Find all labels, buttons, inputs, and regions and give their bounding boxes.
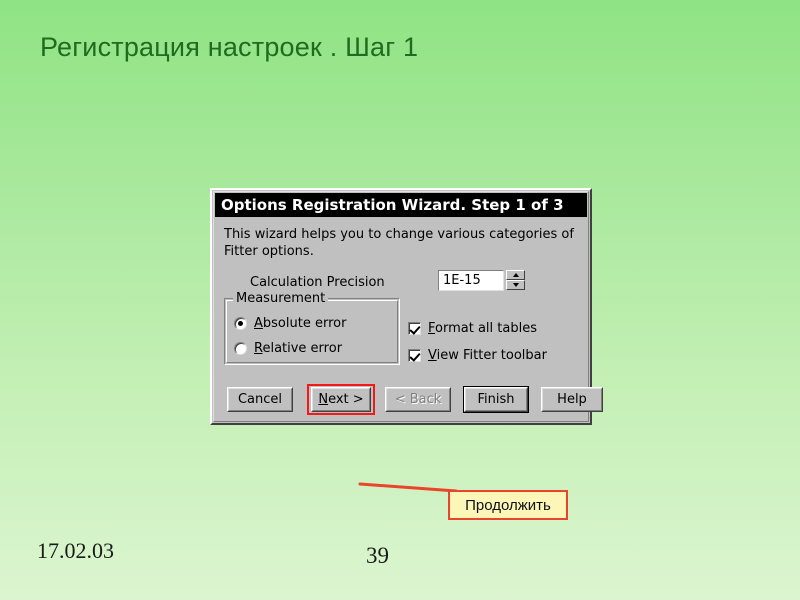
help-button[interactable]: Help — [541, 387, 603, 412]
radio-relative-error-label: Relative error — [254, 341, 342, 356]
checkbox-view-fitter-toolbar[interactable]: View Fitter toolbar — [408, 348, 547, 363]
calculation-precision-control: 1E-15 — [438, 270, 527, 291]
checkbox-format-all-tables-label: Format all tables — [428, 321, 537, 336]
radio-absolute-error-indicator — [234, 317, 247, 330]
measurement-group-box: Measurement Absolute error Relative erro… — [224, 291, 400, 365]
radio-absolute-error[interactable]: Absolute error — [234, 316, 346, 331]
label-rest: ormat all tables — [435, 321, 537, 336]
slide-number: 39 — [366, 543, 389, 568]
checkbox-format-all-tables[interactable]: Format all tables — [408, 321, 537, 336]
label-rest: ext > — [328, 392, 364, 407]
slide-date: 17.02.03 — [37, 538, 114, 563]
checkbox-view-fitter-toolbar-indicator — [408, 349, 421, 362]
calculation-precision-spinner[interactable] — [506, 270, 525, 291]
back-button: < Back — [385, 387, 451, 412]
accelerator-letter: A — [254, 316, 263, 331]
label-rest: iew Fitter toolbar — [436, 348, 547, 363]
radio-relative-error[interactable]: Relative error — [234, 341, 342, 356]
finish-button-label: Finish — [477, 392, 515, 407]
calculation-precision-label: Calculation Precision — [250, 275, 385, 290]
checkbox-view-fitter-toolbar-label: View Fitter toolbar — [428, 348, 547, 363]
radio-absolute-error-label: Absolute error — [254, 316, 346, 331]
measurement-group-legend: Measurement — [233, 291, 329, 306]
label-rest: bsolute error — [262, 316, 347, 331]
next-button-label: Next > — [318, 392, 363, 407]
accelerator-letter: F — [428, 321, 436, 336]
next-button[interactable]: Next > — [311, 387, 371, 412]
dialog-titlebar: Options Registration Wizard. Step 1 of 3 — [215, 193, 587, 217]
checkbox-format-all-tables-indicator — [408, 322, 421, 335]
accelerator-letter: V — [428, 348, 437, 363]
spinner-up-button[interactable] — [506, 270, 525, 280]
page-title: Регистрация настроек . Шаг 1 — [40, 32, 419, 62]
spinner-up-arrow-icon — [512, 273, 519, 277]
calculation-precision-input[interactable]: 1E-15 — [438, 270, 504, 291]
options-registration-wizard-dialog: Options Registration Wizard. Step 1 of 3… — [210, 188, 603, 425]
label-rest: elative error — [262, 341, 343, 356]
callout-leader-line — [358, 482, 458, 493]
accelerator-letter: N — [318, 392, 329, 407]
spinner-down-arrow-icon — [512, 283, 519, 287]
cancel-button[interactable]: Cancel — [227, 387, 293, 412]
finish-button[interactable]: Finish — [463, 386, 529, 413]
dialog-intro-text: This wizard helps you to change various … — [224, 227, 574, 259]
callout-prodolzhit: Продолжить — [448, 490, 568, 520]
radio-relative-error-indicator — [234, 342, 247, 355]
spinner-down-button[interactable] — [506, 280, 525, 290]
